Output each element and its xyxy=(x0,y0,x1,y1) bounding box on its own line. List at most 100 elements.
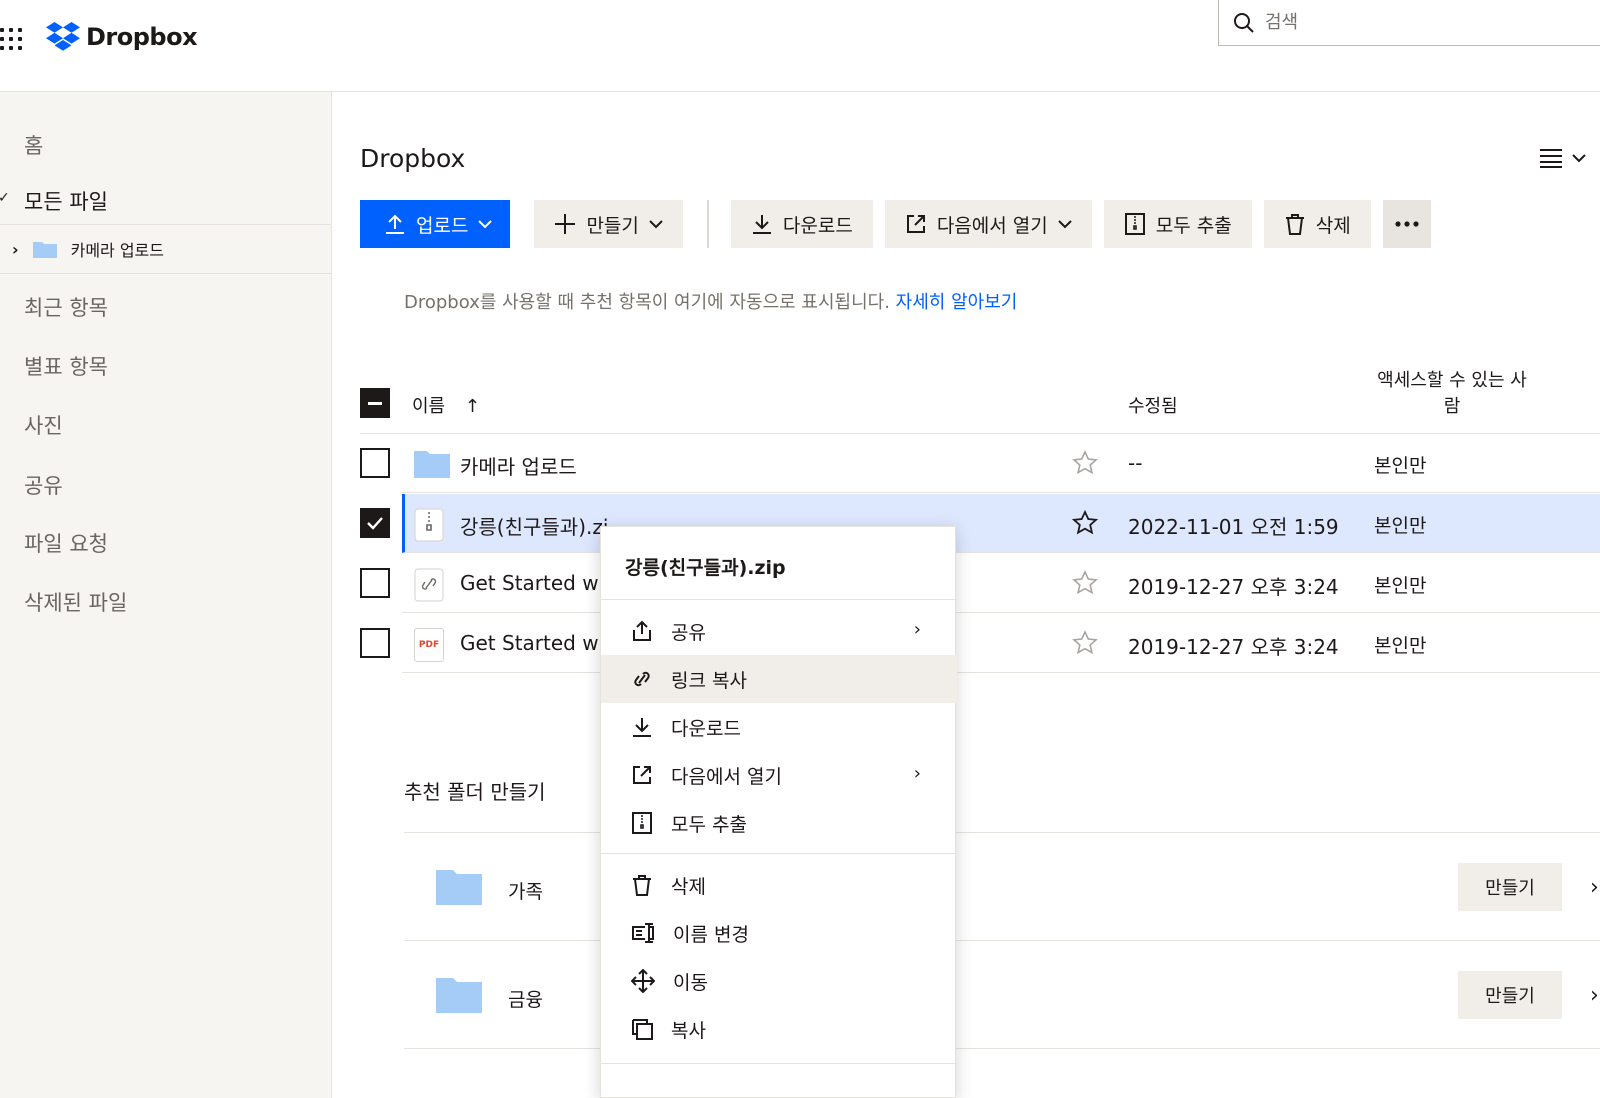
menu-item-share[interactable]: 공유 › xyxy=(601,607,957,655)
suggested-folder-name: 금융 xyxy=(508,989,543,1011)
view-toggle[interactable] xyxy=(1540,148,1586,168)
web-link-file-icon xyxy=(414,568,444,602)
sidebar-item-deleted-files[interactable]: 삭제된 파일 xyxy=(24,587,127,617)
sidebar-item-shared[interactable]: 공유 xyxy=(24,470,63,500)
sort-up-icon: ↑ xyxy=(464,396,480,417)
create-folder-button[interactable]: 만들기 xyxy=(1458,863,1562,911)
app-grid-icon[interactable] xyxy=(0,28,24,52)
link-icon xyxy=(634,671,650,687)
column-name[interactable]: 이름 ↑ xyxy=(412,392,480,418)
open-in-icon xyxy=(906,215,925,233)
learn-more-link[interactable]: 자세히 알아보기 xyxy=(896,292,1018,313)
menu-item-copy[interactable]: 복사 xyxy=(601,1005,957,1053)
chevron-right-icon[interactable]: › xyxy=(1590,875,1599,900)
chevron-down-icon xyxy=(1058,220,1072,229)
open-in-button[interactable]: 다음에서 열기 xyxy=(884,200,1092,248)
search-input[interactable] xyxy=(1265,12,1565,33)
pdf-badge: PDF xyxy=(418,640,440,650)
create-button[interactable]: 만들기 xyxy=(534,200,683,248)
delete-label: 삭제 xyxy=(1315,214,1351,237)
access-value: 본인만 xyxy=(1374,635,1427,657)
star-icon[interactable] xyxy=(1072,450,1098,476)
folder-icon xyxy=(436,978,482,1013)
table-row[interactable]: Get Started w 2019-12-27 오후 3:24 본인만 xyxy=(360,554,1600,614)
file-name[interactable]: 강릉(친구들과).zi xyxy=(460,511,608,540)
menu-item-download[interactable]: 다운로드 xyxy=(601,703,957,751)
sidebar-item-recent[interactable]: 최근 항목 xyxy=(24,292,108,322)
star-icon[interactable] xyxy=(1072,630,1098,656)
upload-icon xyxy=(386,214,404,234)
extract-icon xyxy=(632,812,652,834)
download-button[interactable]: 다운로드 xyxy=(730,200,873,248)
menu-item-label: 링크 복사 xyxy=(671,669,747,692)
file-name[interactable]: Get Started w xyxy=(460,631,599,655)
star-icon[interactable] xyxy=(1072,510,1098,536)
download-icon xyxy=(752,215,771,234)
sidebar-item-photos[interactable]: 사진 xyxy=(24,410,63,440)
menu-item-extract-all[interactable]: 모두 추출 xyxy=(601,799,957,847)
menu-item-delete[interactable]: 삭제 xyxy=(601,861,957,909)
list-view-icon xyxy=(1540,149,1562,168)
context-menu-title: 강릉(친구들과).zip xyxy=(625,557,786,579)
file-name[interactable]: 카메라 업로드 xyxy=(460,451,577,480)
sidebar: 홈 ✓ 모든 파일 › 카메라 업로드 최근 항목 별표 항목 사진 공유 파일… xyxy=(0,92,332,1098)
suggested-folder-row: 가족 만들기 › xyxy=(404,832,1600,940)
sidebar-item-home[interactable]: 홈 xyxy=(24,130,43,160)
table-row[interactable]: 강릉(친구들과).zi 2022-11-01 오전 1:59 본인만 xyxy=(360,494,1600,554)
row-checkbox[interactable] xyxy=(360,628,390,658)
menu-item-open-in[interactable]: 다음에서 열기 › xyxy=(601,751,957,799)
search-icon xyxy=(1234,12,1254,33)
chevron-down-icon xyxy=(478,220,493,229)
upload-button[interactable]: 업로드 xyxy=(360,200,511,248)
pdf-file-icon: PDF xyxy=(414,628,444,662)
dropbox-logo-icon xyxy=(46,22,80,51)
column-modified[interactable]: 수정됨 xyxy=(1128,392,1178,418)
menu-item-label: 다음에서 열기 xyxy=(671,765,782,788)
sidebar-subitem-label: 카메라 업로드 xyxy=(70,241,164,260)
table-row[interactable]: PDF Get Started w 2019-12-27 오후 3:24 본인만 xyxy=(360,614,1600,674)
chevron-right-icon[interactable]: › xyxy=(1590,983,1599,1008)
access-value: 본인만 xyxy=(1374,455,1427,477)
access-value: 본인만 xyxy=(1374,515,1427,537)
toolbar: 업로드 만들기 다운로드 다음에서 열기 모두 추출 삭제 xyxy=(360,200,1443,248)
more-actions-button[interactable] xyxy=(1382,200,1431,248)
open-in-icon xyxy=(633,766,651,784)
column-name-label: 이름 xyxy=(412,396,446,417)
extract-all-label: 모두 추출 xyxy=(1155,214,1232,237)
star-icon[interactable] xyxy=(1072,570,1098,596)
row-checkbox[interactable] xyxy=(360,508,390,538)
create-label: 만들기 xyxy=(586,214,639,237)
download-label: 다운로드 xyxy=(782,214,853,237)
indeterminate-icon xyxy=(368,401,382,405)
menu-item-copy-link[interactable]: 링크 복사 xyxy=(601,655,957,703)
delete-button[interactable]: 삭제 xyxy=(1263,200,1371,248)
select-all-checkbox[interactable] xyxy=(360,388,390,418)
sidebar-subitem-camera-uploads[interactable]: › 카메라 업로드 xyxy=(0,224,332,274)
table-row[interactable]: 카메라 업로드 -- 본인만 xyxy=(360,434,1600,494)
sidebar-item-all-files[interactable]: 모든 파일 xyxy=(24,186,108,216)
sidebar-item-starred[interactable]: 별표 항목 xyxy=(24,351,108,381)
chevron-right-icon[interactable]: › xyxy=(12,240,19,259)
dropbox-logo[interactable]: Dropbox xyxy=(46,22,198,52)
chevron-right-icon: › xyxy=(913,619,921,640)
row-checkbox[interactable] xyxy=(360,568,390,598)
menu-item-rename[interactable]: 이름 변경 xyxy=(601,909,957,957)
hint-text: Dropbox를 사용할 때 추천 항목이 여기에 자동으로 표시됩니다. xyxy=(404,292,890,313)
menu-divider xyxy=(601,599,957,600)
menu-item-move[interactable]: 이동 xyxy=(601,957,957,1005)
rename-icon xyxy=(632,923,654,943)
divider xyxy=(404,1048,1600,1049)
sidebar-item-file-requests[interactable]: 파일 요청 xyxy=(24,528,108,558)
menu-item-label: 복사 xyxy=(671,1019,706,1042)
column-access[interactable]: 액세스할 수 있는 사 람 xyxy=(1366,368,1538,420)
menu-item-label: 공유 xyxy=(671,621,706,644)
extract-all-button[interactable]: 모두 추출 xyxy=(1103,200,1252,248)
row-checkbox[interactable] xyxy=(360,448,390,478)
search-box[interactable] xyxy=(1218,0,1600,46)
chevron-right-icon: › xyxy=(913,763,921,784)
access-value: 본인만 xyxy=(1374,575,1427,597)
file-name[interactable]: Get Started w xyxy=(460,571,599,595)
create-folder-button[interactable]: 만들기 xyxy=(1458,971,1562,1019)
expand-check-icon: ✓ xyxy=(0,190,10,206)
open-in-label: 다음에서 열기 xyxy=(936,214,1048,237)
